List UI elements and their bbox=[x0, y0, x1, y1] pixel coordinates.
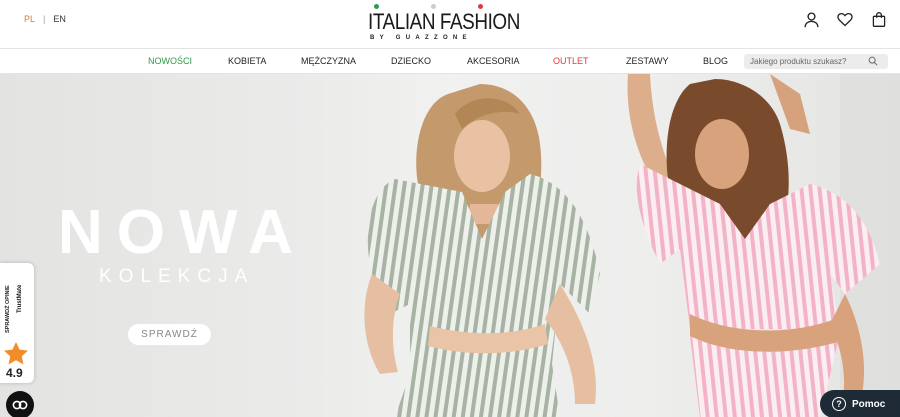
nav-item-mezczyzna[interactable]: MĘŻCZYZNA bbox=[301, 56, 356, 66]
trustmate-label: SPRAWDŹ OPINIE bbox=[5, 285, 11, 333]
hero-headline: NOWA bbox=[58, 198, 307, 267]
search-input[interactable] bbox=[750, 57, 868, 66]
accessibility-button[interactable] bbox=[6, 391, 34, 417]
user-icon[interactable] bbox=[802, 10, 820, 28]
question-icon: ? bbox=[832, 397, 846, 411]
site-logo[interactable]: ITALIAN FASHION BY GUAZZONE bbox=[368, 4, 520, 44]
nav-item-outlet[interactable]: OUTLET bbox=[553, 56, 589, 66]
top-header: PL | EN ITALIAN FASHION BY GUAZZONE bbox=[0, 0, 900, 48]
help-label: Pomoc bbox=[852, 398, 886, 410]
logo-title: ITALIAN FASHION bbox=[368, 9, 520, 34]
nav-item-dziecko[interactable]: DZIECKO bbox=[391, 56, 431, 66]
main-nav: NOWOŚCI KOBIETA MĘŻCZYZNA DZIECKO AKCESO… bbox=[0, 48, 900, 74]
heart-icon[interactable] bbox=[836, 10, 854, 28]
model-left-figure bbox=[364, 84, 600, 417]
header-icons bbox=[802, 10, 888, 28]
search-bar bbox=[744, 54, 888, 69]
trustmate-rating: 4.9 bbox=[6, 366, 23, 380]
nav-item-kobieta[interactable]: KOBIETA bbox=[228, 56, 266, 66]
search-icon[interactable] bbox=[868, 53, 878, 71]
language-en[interactable]: EN bbox=[53, 14, 66, 24]
hero-banner[interactable]: NOWA KOLEKCJA SPRAWDŹ bbox=[0, 74, 900, 417]
language-switcher: PL | EN bbox=[24, 14, 66, 24]
hero-cta-button[interactable]: SPRAWDŹ bbox=[128, 324, 211, 345]
nav-item-akcesoria[interactable]: AKCESORIA bbox=[467, 56, 520, 66]
page: PL | EN ITALIAN FASHION BY GUAZZONE NOWO… bbox=[0, 0, 900, 417]
trustmate-badge[interactable]: SPRAWDŹ OPINIE TrustMate 4.9 bbox=[0, 263, 34, 383]
nav-item-zestawy[interactable]: ZESTAWY bbox=[626, 56, 669, 66]
bag-icon[interactable] bbox=[870, 10, 888, 28]
language-pl[interactable]: PL bbox=[24, 14, 35, 24]
nav-item-blog[interactable]: BLOG bbox=[703, 56, 728, 66]
logo-subtitle: BY GUAZZONE bbox=[370, 35, 472, 41]
accessibility-icon bbox=[12, 400, 28, 410]
hero-subline: KOLEKCJA bbox=[99, 266, 255, 287]
nav-item-nowosci[interactable]: NOWOŚCI bbox=[148, 56, 192, 66]
star-icon bbox=[4, 342, 28, 365]
language-separator: | bbox=[43, 14, 46, 24]
trustmate-brand: TrustMate bbox=[17, 284, 23, 313]
help-button[interactable]: ? Pomoc bbox=[820, 390, 900, 417]
